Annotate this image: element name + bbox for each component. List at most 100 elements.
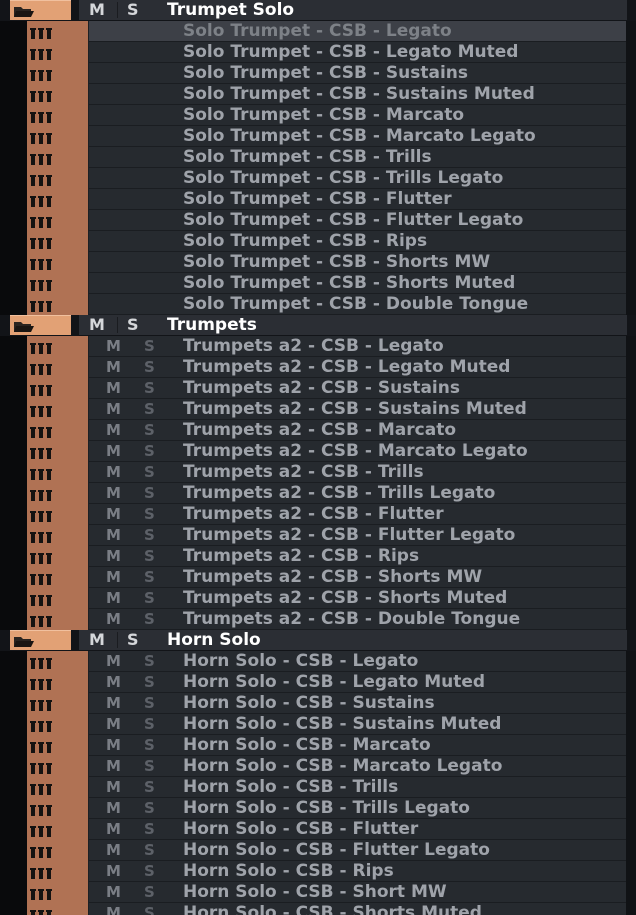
track-color-strip[interactable] bbox=[27, 693, 88, 714]
track-name[interactable]: Trumpets a2 - CSB - Trills bbox=[183, 462, 424, 483]
track-row[interactable]: Solo Trumpet - CSB - Shorts MW bbox=[0, 252, 636, 273]
track-color-strip[interactable] bbox=[27, 21, 88, 42]
track-row[interactable]: M S Horn Solo - CSB - Rips bbox=[0, 861, 636, 882]
track-color-strip[interactable] bbox=[27, 756, 88, 777]
track-color-strip[interactable] bbox=[27, 588, 88, 609]
track-name[interactable]: Solo Trumpet - CSB - Trills Legato bbox=[183, 168, 503, 189]
track-row[interactable]: M S Trumpets a2 - CSB - Double Tongue bbox=[0, 609, 636, 630]
track-color-strip[interactable] bbox=[27, 840, 88, 861]
solo-button[interactable]: S bbox=[144, 652, 155, 671]
track-color-strip[interactable] bbox=[27, 546, 88, 567]
mute-button[interactable]: M bbox=[106, 526, 121, 545]
track-name[interactable]: Solo Trumpet - CSB - Marcato bbox=[183, 105, 464, 126]
track-color-strip[interactable] bbox=[27, 903, 88, 915]
track-name[interactable]: Trumpets a2 - CSB - Trills Legato bbox=[183, 483, 495, 504]
solo-button[interactable]: S bbox=[144, 883, 155, 902]
track-row[interactable]: M S Horn Solo - CSB - Flutter Legato bbox=[0, 840, 636, 861]
track-row[interactable]: M S Horn Solo - CSB - Short MW bbox=[0, 882, 636, 903]
mute-button[interactable]: M bbox=[89, 1, 105, 19]
track-color-strip[interactable] bbox=[27, 105, 88, 126]
solo-button[interactable]: S bbox=[144, 358, 155, 377]
track-color-strip[interactable] bbox=[27, 483, 88, 504]
track-name[interactable]: Solo Trumpet - CSB - Legato bbox=[183, 21, 452, 42]
mute-button[interactable]: M bbox=[106, 610, 121, 629]
solo-button[interactable]: S bbox=[144, 379, 155, 398]
track-row[interactable]: M S Horn Solo - CSB - Legato Muted bbox=[0, 672, 636, 693]
track-row[interactable]: Solo Trumpet - CSB - Sustains bbox=[0, 63, 636, 84]
track-color-strip[interactable] bbox=[27, 882, 88, 903]
track-row[interactable]: M S Trumpets a2 - CSB - Sustains Muted bbox=[0, 399, 636, 420]
track-row[interactable]: Solo Trumpet - CSB - Sustains Muted bbox=[0, 84, 636, 105]
solo-button[interactable]: S bbox=[127, 316, 139, 334]
track-name[interactable]: Horn Solo - CSB - Legato bbox=[183, 651, 418, 672]
track-row[interactable]: M S Trumpets a2 - CSB - Trills Legato bbox=[0, 483, 636, 504]
track-color-strip[interactable] bbox=[27, 420, 88, 441]
track-name[interactable]: Solo Trumpet - CSB - Rips bbox=[183, 231, 427, 252]
track-name[interactable]: Trumpets a2 - CSB - Legato Muted bbox=[183, 357, 510, 378]
track-row[interactable]: M S Horn Solo - CSB - Flutter bbox=[0, 819, 636, 840]
track-row[interactable]: M S Trumpets a2 - CSB - Shorts MW bbox=[0, 567, 636, 588]
track-color-strip[interactable] bbox=[27, 714, 88, 735]
track-name[interactable]: Solo Trumpet - CSB - Double Tongue bbox=[183, 294, 528, 315]
track-color-strip[interactable] bbox=[27, 378, 88, 399]
track-name[interactable]: Horn Solo - CSB - Flutter Legato bbox=[183, 840, 490, 861]
track-color-strip[interactable] bbox=[27, 735, 88, 756]
track-name[interactable]: Trumpets a2 - CSB - Sustains bbox=[183, 378, 460, 399]
track-name[interactable]: Horn Solo - CSB - Shorts Muted bbox=[183, 903, 482, 915]
track-name[interactable]: Trumpets a2 - CSB - Shorts Muted bbox=[183, 588, 507, 609]
track-color-strip[interactable] bbox=[27, 441, 88, 462]
mute-button[interactable]: M bbox=[106, 484, 121, 503]
mute-button[interactable]: M bbox=[89, 631, 105, 649]
solo-button[interactable]: S bbox=[144, 736, 155, 755]
solo-button[interactable]: S bbox=[144, 484, 155, 503]
folder-track-row-2[interactable]: M S Horn Solo bbox=[0, 630, 636, 651]
track-name[interactable]: Solo Trumpet - CSB - Sustains bbox=[183, 63, 468, 84]
track-color-strip[interactable] bbox=[27, 651, 88, 672]
track-row[interactable]: Solo Trumpet - CSB - Legato bbox=[0, 21, 636, 42]
track-color-strip[interactable] bbox=[27, 861, 88, 882]
track-row[interactable]: M S Trumpets a2 - CSB - Legato Muted bbox=[0, 357, 636, 378]
mute-button[interactable]: M bbox=[106, 820, 121, 839]
track-row[interactable]: M S Trumpets a2 - CSB - Trills bbox=[0, 462, 636, 483]
solo-button[interactable]: S bbox=[144, 568, 155, 587]
track-color-strip[interactable] bbox=[27, 42, 88, 63]
track-color-strip[interactable] bbox=[27, 567, 88, 588]
track-name[interactable]: Horn Solo - CSB - Trills bbox=[183, 777, 398, 798]
track-name[interactable]: Trumpets a2 - CSB - Double Tongue bbox=[183, 609, 520, 630]
track-row[interactable]: M S Horn Solo - CSB - Trills Legato bbox=[0, 798, 636, 819]
solo-button[interactable]: S bbox=[144, 400, 155, 419]
folder-color-tab[interactable] bbox=[10, 630, 71, 650]
mute-button[interactable]: M bbox=[106, 736, 121, 755]
track-row[interactable]: M S Horn Solo - CSB - Marcato bbox=[0, 735, 636, 756]
track-row[interactable]: Solo Trumpet - CSB - Flutter Legato bbox=[0, 210, 636, 231]
track-name[interactable]: Solo Trumpet - CSB - Sustains Muted bbox=[183, 84, 535, 105]
track-row[interactable]: M S Trumpets a2 - CSB - Marcato bbox=[0, 420, 636, 441]
track-row[interactable]: Solo Trumpet - CSB - Flutter bbox=[0, 189, 636, 210]
track-color-strip[interactable] bbox=[27, 819, 88, 840]
track-row[interactable]: M S Trumpets a2 - CSB - Rips bbox=[0, 546, 636, 567]
track-row[interactable]: M S Trumpets a2 - CSB - Flutter bbox=[0, 504, 636, 525]
mute-button[interactable]: M bbox=[106, 904, 121, 915]
track-name[interactable]: Trumpets a2 - CSB - Sustains Muted bbox=[183, 399, 527, 420]
track-name[interactable]: Solo Trumpet - CSB - Marcato Legato bbox=[183, 126, 536, 147]
track-row[interactable]: M S Trumpets a2 - CSB - Flutter Legato bbox=[0, 525, 636, 546]
track-name[interactable]: Horn Solo - CSB - Short MW bbox=[183, 882, 447, 903]
track-name[interactable]: Solo Trumpet - CSB - Trills bbox=[183, 147, 432, 168]
track-row[interactable]: Solo Trumpet - CSB - Shorts Muted bbox=[0, 273, 636, 294]
track-color-strip[interactable] bbox=[27, 273, 88, 294]
track-color-strip[interactable] bbox=[27, 462, 88, 483]
mute-button[interactable]: M bbox=[106, 400, 121, 419]
track-name[interactable]: Horn Solo - CSB - Sustains Muted bbox=[183, 714, 501, 735]
solo-button[interactable]: S bbox=[144, 841, 155, 860]
folder-open-icon[interactable] bbox=[13, 4, 35, 18]
track-name[interactable]: Solo Trumpet - CSB - Shorts Muted bbox=[183, 273, 515, 294]
mute-button[interactable]: M bbox=[106, 547, 121, 566]
track-name[interactable]: Horn Solo - CSB - Flutter bbox=[183, 819, 418, 840]
track-row[interactable]: M S Horn Solo - CSB - Sustains Muted bbox=[0, 714, 636, 735]
track-color-strip[interactable] bbox=[27, 189, 88, 210]
track-row[interactable]: M S Horn Solo - CSB - Legato bbox=[0, 651, 636, 672]
folder-color-tab[interactable] bbox=[10, 315, 71, 335]
mute-button[interactable]: M bbox=[106, 673, 121, 692]
mute-button[interactable]: M bbox=[106, 883, 121, 902]
track-name[interactable]: Trumpets a2 - CSB - Flutter Legato bbox=[183, 525, 515, 546]
